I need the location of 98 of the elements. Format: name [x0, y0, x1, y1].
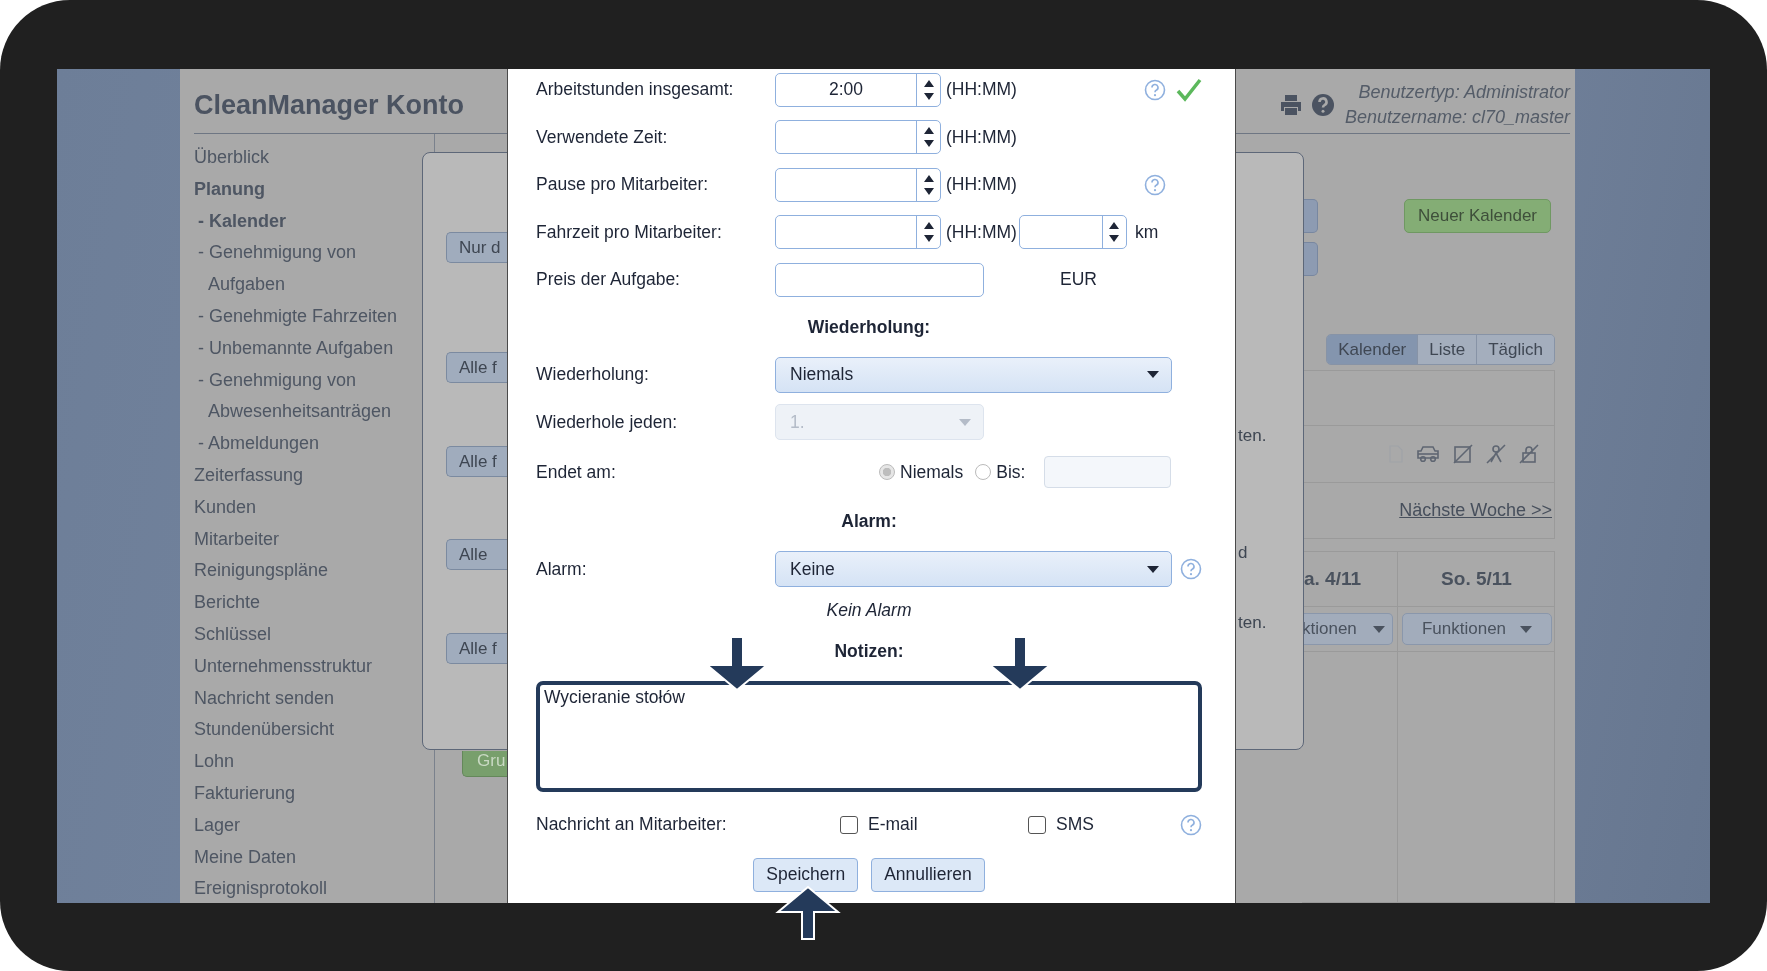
user-name: Benutzername: cl70_master	[1344, 106, 1570, 129]
sidebar-item[interactable]: Reinigungspläne	[194, 555, 424, 588]
caret-icon	[1520, 625, 1533, 633]
radio-button[interactable]	[879, 464, 895, 480]
field-label: Wiederhole jeden:	[536, 411, 679, 433]
caret-icon	[1372, 625, 1385, 633]
button-edge[interactable]	[1304, 242, 1318, 276]
view-tab[interactable]: Kalender	[1327, 335, 1418, 364]
unit-label: km	[1134, 221, 1159, 243]
help-icon[interactable]	[1310, 93, 1335, 117]
time-field[interactable]	[775, 215, 941, 250]
checkbox-label: SMS	[1056, 814, 1094, 835]
sidebar-item[interactable]: Lager	[194, 809, 424, 842]
sidebar-item[interactable]: Kunden	[194, 491, 424, 524]
date-field[interactable]	[1044, 456, 1171, 488]
checkbox-label: E-mail	[868, 814, 919, 835]
button[interactable]: Alle	[446, 539, 507, 570]
checkbox[interactable]	[840, 815, 858, 834]
field-label: Wiederholung:	[536, 364, 650, 386]
sidebar-item[interactable]: Überblick	[194, 142, 424, 174]
sidebar-item[interactable]: Meine Daten	[194, 841, 424, 874]
sidebar-item[interactable]: Planung	[194, 173, 424, 206]
button[interactable]: Alle f	[446, 352, 507, 383]
time-field[interactable]: 2:00	[775, 72, 941, 107]
field-label: Pause pro Mitarbeiter:	[536, 174, 710, 196]
car-icon[interactable]	[1416, 445, 1440, 463]
sidebar-item[interactable]: - Genehmigung von Aufgaben	[194, 237, 424, 301]
field-label: Nachricht an Mitarbeiter:	[536, 814, 728, 835]
sidebar-item[interactable]: - Kalender	[194, 205, 424, 238]
notes-field[interactable]: Wycieranie stołów	[536, 680, 1202, 792]
dialog-text: ten.	[1238, 613, 1267, 634]
dropdown[interactable]: Niemals	[775, 356, 1172, 393]
unit-label: (HH:MM)	[946, 174, 1017, 196]
field-label: Verwendete Zeit:	[536, 126, 669, 148]
section-heading: Notizen:	[834, 641, 904, 663]
field-label: Arbeitstunden insgesamt:	[536, 79, 735, 101]
section-heading: Wiederholung:	[807, 316, 931, 338]
crossed-box-icon[interactable]	[1453, 444, 1473, 464]
crossed-person-icon[interactable]	[1486, 444, 1506, 464]
sidebar-item[interactable]: Ereignisprotokoll	[194, 873, 424, 903]
next-week-link[interactable]: Nächste Woche >>	[1399, 500, 1552, 521]
radio-button[interactable]	[975, 464, 992, 480]
checkbox[interactable]	[1028, 815, 1046, 834]
user-type: Benutzertyp: Administrator	[1358, 81, 1570, 104]
alarm-note: Kein Alarm	[826, 600, 912, 621]
save-button[interactable]: Speichern	[753, 857, 859, 892]
help-icon[interactable]	[1180, 813, 1202, 836]
dialog-text: ten.	[1238, 426, 1267, 447]
new-calendar-button[interactable]: Neuer Kalender	[1404, 199, 1551, 233]
sidebar-item[interactable]: Lohn	[194, 746, 424, 778]
app-title: CleanManager Konto	[194, 88, 465, 121]
sidebar-item[interactable]: Zeiterfassung	[194, 459, 424, 492]
help-icon[interactable]	[1144, 78, 1166, 101]
sidebar-item[interactable]: - Genehmigte Fahrzeiten	[194, 301, 424, 333]
functions-dropdown[interactable]: Funktionen	[1402, 613, 1552, 645]
button[interactable]: Alle f	[446, 446, 507, 477]
view-tab[interactable]: Täglich	[1476, 335, 1554, 364]
dropdown[interactable]: Keine	[775, 551, 1172, 588]
sidebar-item[interactable]: Nachricht senden	[194, 682, 424, 715]
view-tab[interactable]: Liste	[1417, 335, 1477, 364]
help-icon[interactable]	[1180, 558, 1202, 581]
unit-label: (HH:MM)	[946, 126, 1017, 148]
sidebar-item[interactable]: Fakturierung	[194, 777, 424, 810]
cancel-button[interactable]: Annullieren	[871, 857, 985, 892]
section-heading: Alarm:	[841, 511, 897, 533]
field-label: Endet am:	[536, 461, 617, 483]
sidebar-item[interactable]: Mitarbeiter	[194, 523, 424, 556]
unit-label: (HH:MM)	[946, 79, 1017, 101]
radio-label: Niemals	[900, 461, 964, 483]
unit-label: (HH:MM)	[946, 221, 1017, 243]
caret-icon	[1147, 371, 1159, 379]
sidebar-item[interactable]: Schlüssel	[194, 618, 424, 651]
sidebar-item[interactable]: - Unbemannte Aufgaben	[194, 332, 424, 365]
day-heading: So. 5/11	[1397, 552, 1555, 607]
print-icon[interactable]	[1278, 93, 1303, 117]
caret-icon	[1147, 565, 1159, 573]
sidebar-item[interactable]: Unternehmensstruktur	[194, 650, 424, 683]
dialog-text: d	[1238, 543, 1249, 564]
crossed-lock-icon[interactable]	[1519, 444, 1539, 464]
field-label: Fahrzeit pro Mitarbeiter:	[536, 221, 723, 243]
sidebar-item[interactable]: Stundenübersicht	[194, 714, 424, 747]
help-icon[interactable]	[1144, 173, 1166, 196]
button[interactable]: Nur d	[446, 232, 507, 263]
field-label: Preis der Aufgabe:	[536, 269, 681, 291]
sidebar-item[interactable]: - Abmeldungen	[194, 428, 424, 460]
button[interactable]: Alle f	[446, 633, 507, 664]
distance-field[interactable]	[1018, 215, 1127, 250]
caret-icon	[959, 418, 971, 426]
radio-label: Bis:	[996, 461, 1026, 483]
button-edge[interactable]	[1304, 199, 1318, 233]
price-field[interactable]	[775, 262, 984, 297]
sidebar-item[interactable]: - Genehmigung von Abwesenheitsanträgen	[194, 364, 424, 429]
field-label: Alarm:	[536, 558, 588, 580]
time-field[interactable]	[775, 120, 941, 155]
time-field[interactable]	[775, 167, 941, 202]
currency-label: EUR	[1060, 269, 1097, 291]
group-button[interactable]: Gru	[462, 751, 507, 777]
sidebar-item[interactable]: Berichte	[194, 587, 424, 619]
